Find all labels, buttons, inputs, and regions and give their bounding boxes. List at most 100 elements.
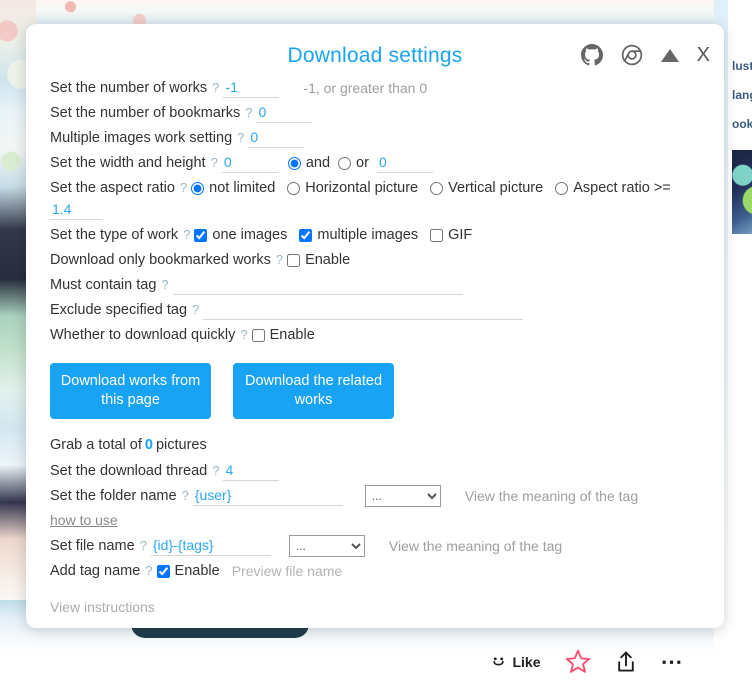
help-icon-download-quickly[interactable]: ? bbox=[240, 323, 247, 347]
row-width-and-height: Set the width and height ? and or bbox=[50, 151, 700, 175]
help-icon-type-of-work[interactable]: ? bbox=[183, 223, 190, 247]
row-grab-total: Grab a total of 0 pictures bbox=[50, 433, 700, 457]
link-preview-file-name[interactable]: Preview file name bbox=[232, 559, 343, 583]
rail-link-bookmarks[interactable]: ookm bbox=[732, 110, 752, 139]
input-width[interactable] bbox=[221, 153, 278, 173]
checkbox-multiple-images-input[interactable] bbox=[299, 228, 313, 242]
help-icon-width-and-height[interactable]: ? bbox=[211, 151, 218, 175]
radio-and[interactable]: and bbox=[287, 151, 330, 175]
dialog-body: Set the number of works ? -1, or greater… bbox=[26, 76, 724, 615]
like-button[interactable]: Like bbox=[491, 653, 541, 670]
help-icon-file-name[interactable]: ? bbox=[140, 534, 147, 558]
checkbox-one-images-label: one images bbox=[212, 227, 288, 243]
like-label: Like bbox=[512, 653, 541, 670]
help-icon-number-of-works[interactable]: ? bbox=[212, 76, 219, 100]
link-how-to-use[interactable]: how to use bbox=[50, 508, 118, 532]
input-aspect-ratio-value[interactable] bbox=[50, 200, 102, 220]
select-file-tag[interactable]: ... bbox=[288, 535, 365, 557]
help-icon-bookmarked-only[interactable]: ? bbox=[276, 248, 283, 272]
share-icon bbox=[617, 651, 634, 672]
bookmark-button[interactable] bbox=[565, 649, 591, 674]
row-folder-name: Set the folder name ? ... View the meani… bbox=[50, 484, 700, 508]
row-type-of-work: Set the type of work ? one images multip… bbox=[50, 223, 700, 247]
label-number-of-bookmarks: Set the number of bookmarks bbox=[50, 105, 241, 121]
help-icon-number-of-bookmarks[interactable]: ? bbox=[245, 101, 252, 125]
row-number-of-works: Set the number of works ? -1, or greater… bbox=[50, 76, 700, 100]
checkbox-one-images-input[interactable] bbox=[194, 228, 208, 242]
smiley-icon bbox=[493, 657, 505, 666]
link-file-tag-meaning[interactable]: View the meaning of the tag bbox=[389, 534, 562, 558]
radio-aspect-vertical-input[interactable] bbox=[430, 181, 444, 195]
radio-aspect-gte-input[interactable] bbox=[555, 181, 569, 195]
row-number-of-bookmarks: Set the number of bookmarks ? bbox=[50, 101, 700, 125]
checkbox-gif[interactable]: GIF bbox=[430, 223, 472, 247]
input-number-of-bookmarks[interactable] bbox=[256, 103, 313, 123]
download-works-from-page-button[interactable]: Download works from this page bbox=[50, 363, 211, 419]
radio-or[interactable]: or bbox=[338, 151, 369, 175]
radio-or-input[interactable] bbox=[338, 156, 352, 170]
checkbox-gif-input[interactable] bbox=[430, 228, 444, 242]
radio-aspect-not-limited-input[interactable] bbox=[191, 181, 205, 195]
rail-link-manga[interactable]: lang bbox=[732, 81, 752, 110]
help-icon-exclude-specified-tag[interactable]: ? bbox=[192, 298, 199, 322]
checkbox-add-tag-name[interactable]: Enable bbox=[156, 559, 220, 583]
checkbox-multiple-images[interactable]: multiple images bbox=[299, 223, 418, 247]
star-icon bbox=[565, 649, 590, 673]
checkbox-multiple-images-label: multiple images bbox=[317, 227, 419, 243]
label-bookmarked-only: Download only bookmarked works bbox=[50, 252, 271, 268]
radio-aspect-not-limited[interactable]: not limited bbox=[191, 176, 275, 200]
link-folder-tag-meaning[interactable]: View the meaning of the tag bbox=[465, 484, 638, 508]
radio-or-label: or bbox=[356, 155, 369, 171]
checkbox-bookmarked-only[interactable]: Enable bbox=[287, 248, 350, 272]
checkbox-download-quickly-label: Enable bbox=[269, 327, 315, 343]
radio-and-input[interactable] bbox=[287, 156, 301, 170]
row-how-to-use: how to use bbox=[50, 508, 700, 532]
label-multiple-images-setting: Multiple images work setting bbox=[50, 130, 233, 146]
label-file-name: Set file name bbox=[50, 538, 135, 554]
help-icon-multiple-images-setting[interactable]: ? bbox=[237, 126, 244, 150]
checkbox-add-tag-name-input[interactable] bbox=[156, 564, 170, 578]
input-download-thread[interactable] bbox=[223, 461, 280, 481]
input-exclude-specified-tag[interactable] bbox=[203, 300, 524, 320]
more-options-button[interactable]: ⋯ bbox=[661, 650, 685, 672]
radio-aspect-vertical[interactable]: Vertical picture bbox=[430, 176, 543, 200]
input-number-of-works[interactable] bbox=[223, 78, 280, 98]
checkbox-one-images[interactable]: one images bbox=[194, 223, 287, 247]
rail-nav-links[interactable]: lustr lang ookm bbox=[732, 52, 752, 139]
radio-aspect-horizontal[interactable]: Horizontal picture bbox=[287, 176, 418, 200]
help-icon-folder-name[interactable]: ? bbox=[182, 484, 189, 508]
hint-number-of-works: -1, or greater than 0 bbox=[303, 80, 428, 96]
row-file-name: Set file name ? ... View the meaning of … bbox=[50, 534, 700, 558]
collapse-triangle-icon[interactable] bbox=[660, 48, 679, 62]
chrome-icon[interactable] bbox=[621, 44, 643, 66]
github-icon[interactable] bbox=[580, 44, 603, 66]
checkbox-gif-label: GIF bbox=[448, 227, 473, 243]
input-height[interactable] bbox=[376, 153, 433, 173]
checkbox-add-tag-name-label: Enable bbox=[174, 563, 220, 579]
input-folder-name[interactable] bbox=[192, 486, 343, 506]
checkbox-download-quickly[interactable]: Enable bbox=[251, 323, 315, 347]
grab-total-prefix: Grab a total of bbox=[50, 437, 142, 453]
grab-total-suffix: pictures bbox=[155, 437, 207, 453]
radio-aspect-horizontal-input[interactable] bbox=[287, 181, 301, 195]
link-view-instructions[interactable]: View instructions bbox=[50, 599, 700, 615]
radio-aspect-gte[interactable]: Aspect ratio >= bbox=[555, 176, 671, 200]
row-exclude-specified-tag: Exclude specified tag ? bbox=[50, 298, 700, 322]
download-related-works-button[interactable]: Download the related works bbox=[233, 363, 394, 419]
help-icon-download-thread[interactable]: ? bbox=[212, 459, 219, 483]
help-icon-add-tag-name[interactable]: ? bbox=[145, 559, 152, 583]
checkbox-download-quickly-input[interactable] bbox=[251, 328, 265, 342]
label-number-of-works: Set the number of works bbox=[50, 80, 208, 96]
rail-link-illustrations[interactable]: lustr bbox=[732, 52, 752, 81]
input-file-name[interactable] bbox=[150, 536, 271, 556]
share-button[interactable] bbox=[615, 650, 637, 674]
close-icon[interactable]: X bbox=[697, 45, 710, 65]
rail-thumbnail[interactable] bbox=[732, 150, 752, 234]
radio-aspect-horizontal-label: Horizontal picture bbox=[305, 180, 419, 196]
help-icon-must-contain-tag[interactable]: ? bbox=[161, 273, 168, 297]
input-must-contain-tag[interactable] bbox=[172, 275, 463, 295]
select-folder-tag[interactable]: ... bbox=[364, 485, 441, 507]
checkbox-bookmarked-only-input[interactable] bbox=[287, 253, 301, 267]
help-icon-aspect-ratio[interactable]: ? bbox=[180, 176, 187, 200]
input-multiple-images-setting[interactable] bbox=[248, 128, 305, 148]
